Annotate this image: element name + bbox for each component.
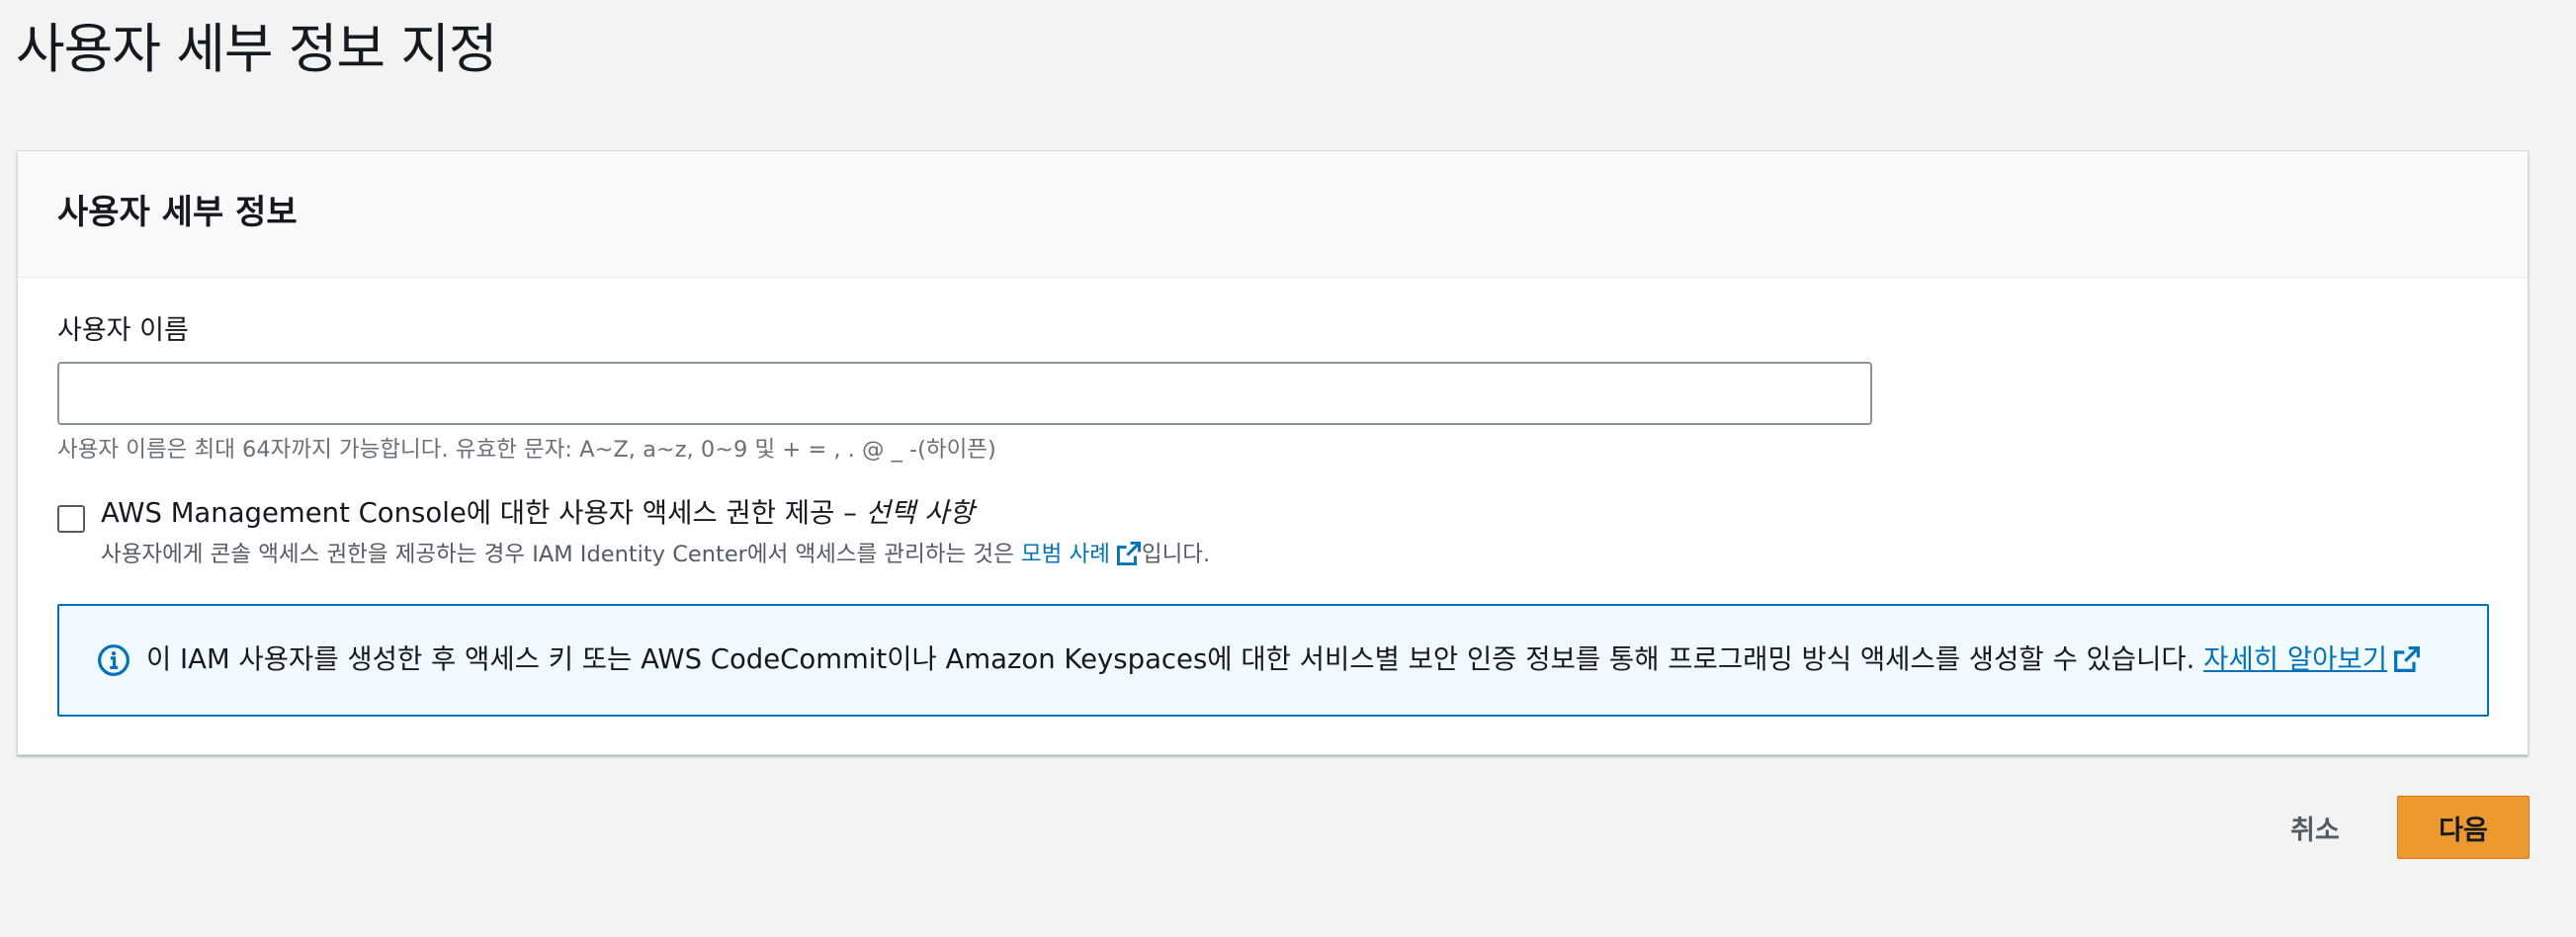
panel-title: 사용자 세부 정보 (57, 193, 298, 232)
optional-tag: 선택 사항 (865, 497, 975, 529)
description-suffix: 입니다. (1141, 542, 1211, 567)
external-link-icon (2394, 646, 2420, 672)
username-label: 사용자 이름 (57, 315, 189, 346)
learn-more-link-text: 자세히 알아보기 (2203, 643, 2388, 675)
page-title: 사용자 세부 정보 지정 (16, 18, 498, 80)
learn-more-link[interactable]: 자세히 알아보기 (2203, 643, 2421, 675)
console-access-checkbox[interactable] (57, 505, 85, 533)
best-practice-link-text: 모범 사례 (1020, 542, 1110, 567)
console-access-label[interactable]: AWS Management Console에 대한 사용자 액세스 권한 제공… (101, 491, 975, 535)
username-input[interactable] (57, 362, 1872, 425)
info-alert-text: 이 IAM 사용자를 생성한 후 액세스 키 또는 AWS CodeCommit… (146, 638, 2421, 681)
label-dash: – (834, 497, 866, 529)
next-button[interactable]: 다음 (2397, 796, 2530, 859)
best-practice-link[interactable]: 모범 사례 (1020, 541, 1142, 567)
external-link-icon (1116, 541, 1141, 566)
console-access-label-text: AWS Management Console에 대한 사용자 액세스 권한 제공 (101, 497, 835, 529)
console-access-description: 사용자에게 콘솔 액세스 권한을 제공하는 경우 IAM Identity Ce… (101, 535, 1210, 574)
panel-header: 사용자 세부 정보 (18, 151, 2528, 278)
info-alert-message: 이 IAM 사용자를 생성한 후 액세스 키 또는 AWS CodeCommit… (146, 643, 2204, 675)
description-prefix: 사용자에게 콘솔 액세스 권한을 제공하는 경우 IAM Identity Ce… (101, 542, 1021, 567)
info-icon (98, 644, 129, 676)
info-alert: 이 IAM 사용자를 생성한 후 액세스 키 또는 AWS CodeCommit… (57, 604, 2489, 717)
cancel-button[interactable]: 취소 (2275, 796, 2355, 859)
username-hint: 사용자 이름은 최대 64자까지 가능합니다. 유효한 문자: A~Z, a~z… (57, 437, 996, 463)
user-details-panel: 사용자 세부 정보 사용자 이름 사용자 이름은 최대 64자까지 가능합니다.… (17, 150, 2529, 755)
